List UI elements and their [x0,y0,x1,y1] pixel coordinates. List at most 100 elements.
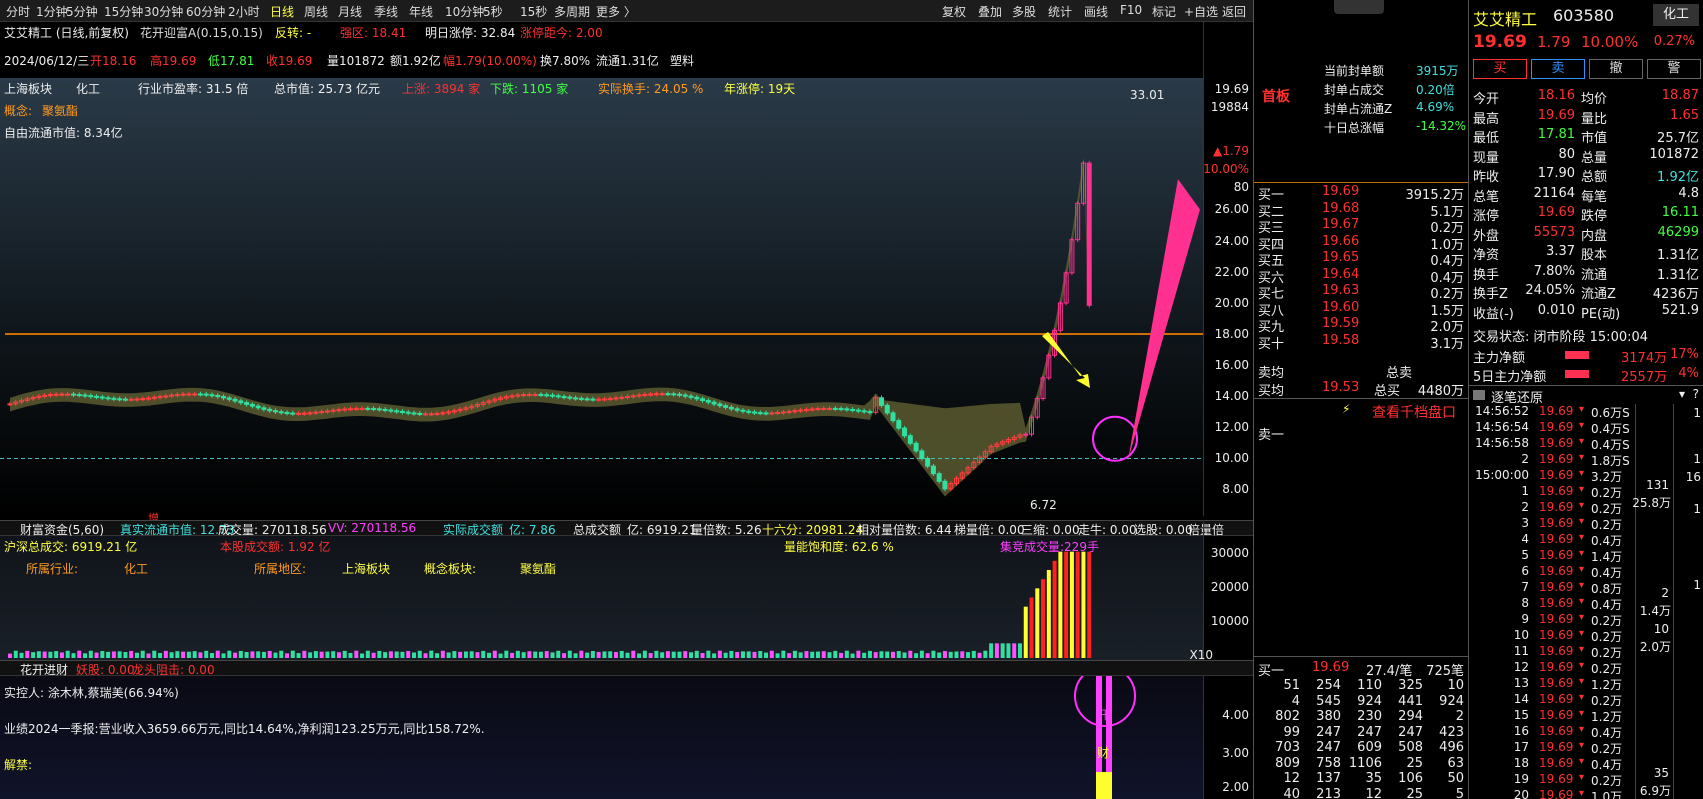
bid-price[interactable]: 19.64 [1322,267,1359,282]
period-13[interactable]: 5秒 [483,3,503,20]
period-16[interactable]: 更多 〉 [596,3,636,20]
scroll-up-button[interactable] [1334,0,1384,14]
concept-label: 概念: [4,104,33,118]
sell-button[interactable]: 卖 [1531,59,1585,79]
bid-price[interactable]: 19.59 [1322,316,1359,331]
queue-cell: 247 [1398,724,1423,740]
help-icon[interactable]: ? [1693,387,1699,401]
filter-icon[interactable]: ▾ [1679,387,1685,401]
candle-body [925,458,931,467]
period-3[interactable]: 15分钟 [104,3,143,20]
period-12[interactable]: 10分钟 [445,3,484,20]
period-8[interactable]: 周线 [304,3,328,20]
indicator-panel[interactable]: 实控人: 涂木林,蔡瑞美(66.94%) 业绩2024一季报:营业收入3659.… [0,676,1203,799]
down-arrow-icon: ▾ [1579,468,1585,479]
side-count: 2 [1661,586,1669,600]
alert-button[interactable]: 警 [1647,59,1701,79]
volume-bar [689,652,694,658]
cancel-button[interactable]: 撤 [1589,59,1643,79]
tool-2[interactable]: 多股 [1012,3,1036,20]
indicator-name[interactable]: 花开迎富A(0.15,0.15) [140,24,263,41]
period-6[interactable]: 2小时 [228,3,260,20]
volume-bar [994,643,999,658]
volume-bar [827,652,832,658]
period-9[interactable]: 月线 [338,3,362,20]
candle-body [376,408,382,411]
bid-price[interactable]: 19.60 [1322,300,1359,315]
tool-1[interactable]: 叠加 [978,3,1002,20]
kline-chart[interactable]: 上海板块 化工 行业市盈率: 31.5 倍 总市值: 25.73 亿元 上涨: … [0,78,1203,525]
tool-3[interactable]: 统计 [1048,3,1072,20]
tool-5[interactable]: F10 [1120,3,1142,17]
view-thousand-levels-link[interactable]: 查看千档盘口 [1372,402,1456,422]
quote-label: 流通 [1581,267,1608,283]
quote-value: 7.80% [1533,263,1575,279]
tick-price: 19.69 [1539,596,1574,610]
candle-body [792,410,798,413]
tool-0[interactable]: 复权 [942,3,966,20]
volume-bar [556,650,561,658]
quote-label: 总量 [1581,150,1608,166]
tick-volume: 0.4万 [1591,726,1623,740]
tool-4[interactable]: 画线 [1084,3,1108,20]
book-summary: 总卖 [1386,366,1413,381]
down-arrow-icon: ▾ [1579,532,1585,543]
period-10[interactable]: 季线 [374,3,398,20]
low-marker: 6.72 [1030,498,1057,512]
bid-price[interactable]: 19.65 [1322,250,1359,265]
quote-label: 总笔 [1473,189,1500,205]
period-5[interactable]: 60分钟 [186,3,225,20]
volume-bar [891,651,896,658]
tick-price: 19.69 [1539,452,1574,466]
industry-tag[interactable]: 化工 [1653,4,1699,26]
volume-panel[interactable]: 沪深总成交: 6919.21 亿 本股成交额: 1.92 亿 量能饱和度: 62… [0,536,1203,660]
period-1[interactable]: 1分钟 [36,3,68,20]
tool-6[interactable]: 标记 [1152,3,1176,20]
bid-price[interactable]: 19.69 [1322,184,1359,199]
tick-time: 4 [1521,532,1529,546]
bid-price[interactable]: 19.66 [1322,234,1359,249]
side-volume: 6.9万 [1639,784,1671,798]
period-7[interactable]: 日线 [270,3,294,20]
volume-bar [469,651,474,658]
volume-bar [163,650,168,658]
bid-price[interactable]: 19.63 [1322,283,1359,298]
candle-body [105,397,111,400]
volume-bar [158,652,163,658]
side-right-count: 16 [1685,470,1701,484]
quote-label: 今开 [1473,92,1500,107]
bid-price[interactable]: 19.58 [1322,333,1359,348]
seal-stat-label: 十日总涨幅 [1324,121,1385,135]
volume-bar [677,651,682,658]
down-arrow-icon: ▾ [1579,580,1585,591]
candle-body [307,412,313,415]
volume-bar [348,652,353,658]
down-arrow-icon: ▾ [1579,420,1585,431]
tick-volume: 0.2万 [1591,694,1623,708]
period-4[interactable]: 30分钟 [144,3,183,20]
candle-body [763,412,769,415]
buy-button[interactable]: 买 [1473,59,1527,79]
tool-8[interactable]: 返回 [1222,3,1246,20]
highlight-circle [1092,415,1138,462]
period-0[interactable]: 分时 [6,3,30,20]
bid-price[interactable]: 19.68 [1322,201,1359,216]
candle-body [53,393,59,396]
candle-body [319,411,325,414]
candle-body [215,395,221,398]
period-15[interactable]: 多周期 [554,3,590,20]
period-2[interactable]: 5分钟 [66,3,98,20]
down-arrow-icon: ▾ [1579,548,1585,559]
volume-bar [1035,588,1040,658]
quote-value: 0.010 [1537,302,1575,318]
tick-column-divider [1635,404,1636,799]
divider [1254,398,1469,399]
candle-body [809,408,815,411]
candle-body [821,407,827,410]
first-board: 首板 [1262,89,1290,105]
period-14[interactable]: 15秒 [520,3,547,20]
tool-7[interactable]: +自选 [1184,3,1218,20]
period-11[interactable]: 年线 [409,3,433,20]
next-limit: 明日涨停: 32.84 [425,26,516,40]
bid-price[interactable]: 19.67 [1322,217,1359,232]
